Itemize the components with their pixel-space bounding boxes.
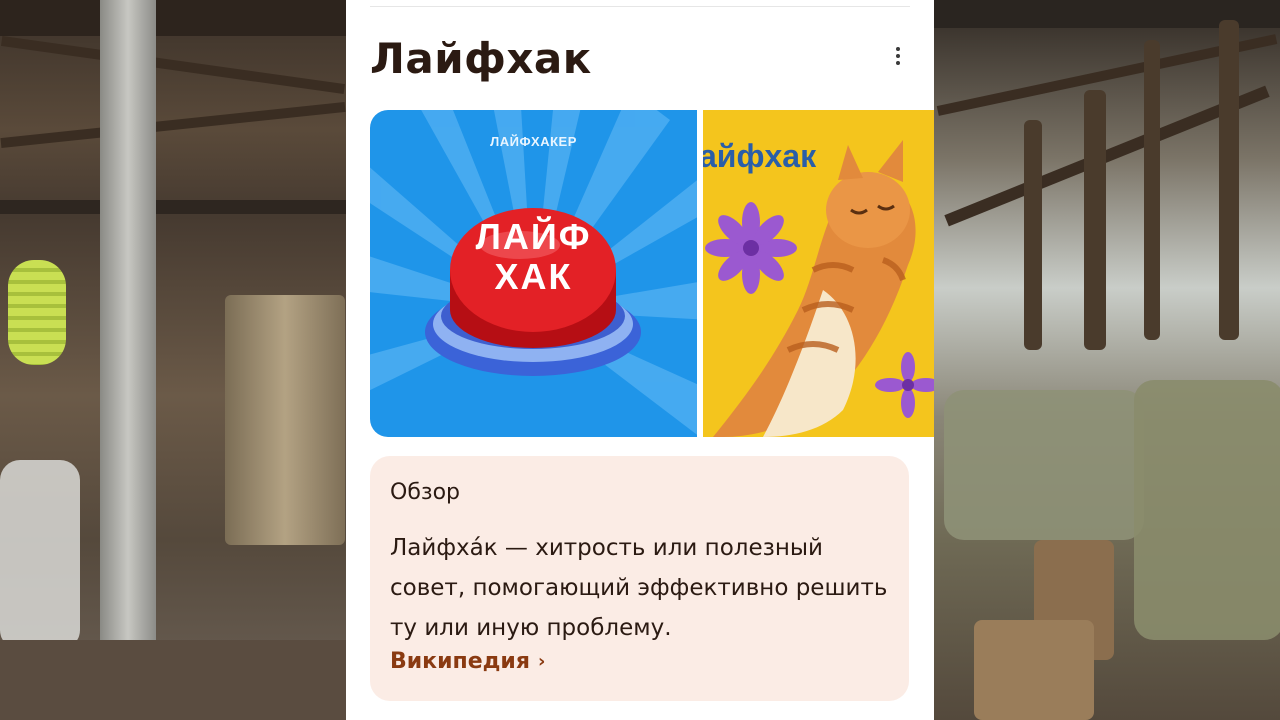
hanging-lantern: [8, 260, 66, 365]
white-sack: [0, 460, 80, 650]
wooden-barrel: [225, 295, 345, 545]
green-tarp: [944, 390, 1144, 540]
wikipedia-link[interactable]: Википедия ›: [390, 649, 545, 674]
card-top-divider: [370, 6, 910, 7]
chevron-right-icon: ›: [537, 651, 546, 672]
cat-illustration: [705, 140, 934, 437]
page-title: Лайфхак: [370, 34, 592, 83]
overview-box: Обзор Лайфха́к — хитрость или полезный с…: [370, 456, 909, 701]
more-vert-icon: [896, 47, 900, 65]
overview-description: Лайфха́к — хитрость или полезный совет, …: [390, 535, 888, 641]
more-options-button[interactable]: [886, 44, 910, 68]
background-photo-right: [934, 0, 1280, 720]
image-thumbnail-1[interactable]: ЛАЙФХАКЕР ЛАЙФ ХАК: [370, 110, 697, 437]
overview-heading: Обзор: [390, 480, 461, 505]
image-thumbnail-2[interactable]: айфхак: [703, 110, 934, 437]
knowledge-panel-card: Лайфхак ЛАЙФХАКЕР ЛАЙФ ХАК айфхак Обзор …: [346, 0, 934, 720]
background-photo-left: [0, 0, 346, 720]
button-label-line-1: ЛАЙФ: [475, 216, 592, 257]
metal-pole: [100, 0, 156, 720]
button-label-line-2: ХАК: [494, 256, 573, 297]
flower-icon: [705, 202, 797, 294]
wikipedia-link-label: Википедия: [390, 649, 530, 674]
